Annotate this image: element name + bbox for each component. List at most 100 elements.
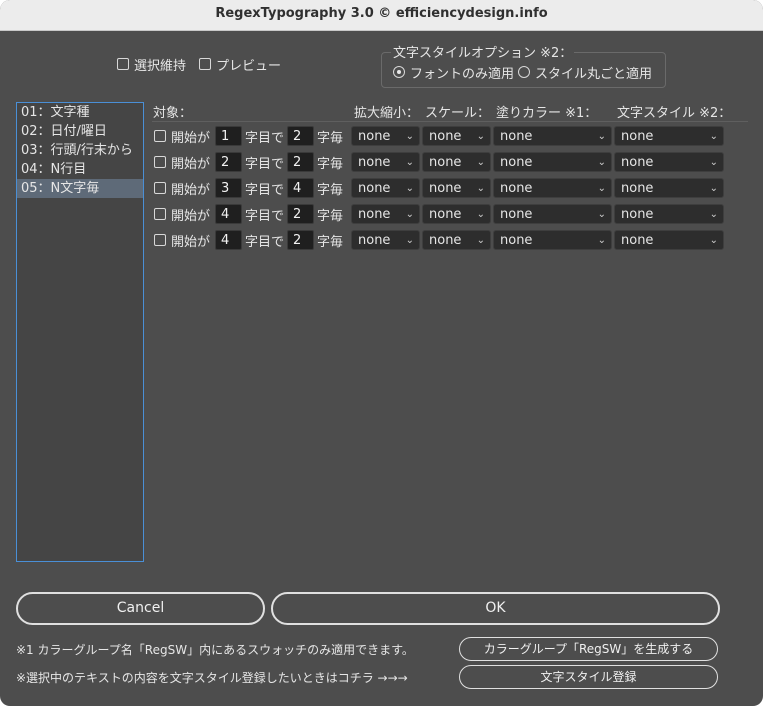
scale-select[interactable]: none ⌄	[422, 178, 491, 198]
chevron-down-icon: ⌄	[405, 131, 414, 142]
row-start-label: 開始が	[171, 235, 211, 250]
ok-button[interactable]: OK	[271, 592, 720, 625]
row-start-label: 開始が	[171, 209, 211, 224]
create-color-group-button[interactable]: カラーグループ「RegSW」を生成する	[459, 637, 718, 661]
char-style-select[interactable]: none ⌄	[614, 126, 724, 146]
start-index-input[interactable]: 4	[215, 204, 242, 224]
row-enable-checkbox[interactable]	[154, 156, 166, 168]
table-row: 開始が 3 字目で 4 字毎 none ⌄ none ⌄ none ⌄ none ⌄	[0, 178, 763, 200]
scaling-select[interactable]: none ⌄	[351, 152, 420, 172]
fill-color-select[interactable]: none ⌄	[493, 152, 612, 172]
fill-color-select[interactable]: none ⌄	[493, 230, 612, 250]
chevron-down-icon: ⌄	[476, 183, 485, 194]
start-index-input[interactable]: 3	[215, 178, 242, 198]
preview-label: プレビュー	[216, 59, 282, 74]
fill-color-select[interactable]: none ⌄	[493, 204, 612, 224]
row-start-label: 開始が	[171, 157, 211, 172]
char-style-select[interactable]: none ⌄	[614, 230, 724, 250]
scale-value: none	[429, 207, 462, 222]
start-index-input[interactable]: 4	[215, 230, 242, 250]
scale-value: none	[429, 129, 462, 144]
every-n-input[interactable]: 2	[287, 204, 314, 224]
scale-select[interactable]: none ⌄	[422, 126, 491, 146]
fill-color-value: none	[500, 129, 533, 144]
scaling-select[interactable]: none ⌄	[351, 204, 420, 224]
list-item[interactable]: 01：文字種	[17, 103, 143, 122]
row-start-label: 開始が	[171, 183, 211, 198]
chevron-down-icon: ⌄	[476, 209, 485, 220]
row-enable-checkbox[interactable]	[154, 208, 166, 220]
font-only-radio[interactable]	[393, 66, 405, 78]
register-style-button[interactable]: 文字スタイル登録	[459, 665, 718, 689]
header-scale: スケール：	[425, 106, 491, 121]
char-style-select[interactable]: none ⌄	[614, 152, 724, 172]
scaling-value: none	[358, 129, 391, 144]
row-char-at-label: 字目で	[245, 183, 285, 198]
scale-value: none	[429, 233, 462, 248]
row-start-label: 開始が	[171, 131, 211, 146]
chevron-down-icon: ⌄	[476, 131, 485, 142]
cancel-button[interactable]: Cancel	[16, 592, 265, 625]
scaling-value: none	[358, 181, 391, 196]
chevron-down-icon: ⌄	[405, 183, 414, 194]
scaling-select[interactable]: none ⌄	[351, 126, 420, 146]
keep-selection-checkbox[interactable]	[117, 58, 129, 70]
row-char-at-label: 字目で	[245, 157, 285, 172]
char-style-select[interactable]: none ⌄	[614, 204, 724, 224]
scale-select[interactable]: none ⌄	[422, 204, 491, 224]
header-target: 対象：	[153, 106, 193, 121]
table-row: 開始が 1 字目で 2 字毎 none ⌄ none ⌄ none ⌄ none ⌄	[0, 126, 763, 148]
scaling-value: none	[358, 207, 391, 222]
keep-selection-label: 選択維持	[134, 59, 187, 74]
row-every-label: 字毎	[317, 183, 344, 198]
chevron-down-icon: ⌄	[476, 235, 485, 246]
table-row: 開始が 2 字目で 2 字毎 none ⌄ none ⌄ none ⌄ none ⌄	[0, 152, 763, 174]
scaling-select[interactable]: none ⌄	[351, 230, 420, 250]
table-row: 開始が 4 字目で 2 字毎 none ⌄ none ⌄ none ⌄ none ⌄	[0, 204, 763, 226]
chevron-down-icon: ⌄	[405, 209, 414, 220]
every-n-input[interactable]: 2	[287, 152, 314, 172]
fill-color-value: none	[500, 155, 533, 170]
fill-color-value: none	[500, 233, 533, 248]
chevron-down-icon: ⌄	[405, 157, 414, 168]
preview-checkbox[interactable]	[199, 58, 211, 70]
chevron-down-icon: ⌄	[597, 209, 606, 220]
chevron-down-icon: ⌄	[709, 131, 718, 142]
dialog-window: RegexTypography 3.0 © efficiencydesign.i…	[0, 0, 763, 706]
fill-color-select[interactable]: none ⌄	[493, 126, 612, 146]
row-enable-checkbox[interactable]	[154, 130, 166, 142]
chevron-down-icon: ⌄	[405, 235, 414, 246]
row-every-label: 字毎	[317, 131, 344, 146]
fill-color-value: none	[500, 207, 533, 222]
scaling-value: none	[358, 155, 391, 170]
every-n-input[interactable]: 2	[287, 126, 314, 146]
chevron-down-icon: ⌄	[597, 157, 606, 168]
char-style-select[interactable]: none ⌄	[614, 178, 724, 198]
scale-value: none	[429, 181, 462, 196]
char-style-value: none	[621, 181, 654, 196]
scaling-select[interactable]: none ⌄	[351, 178, 420, 198]
fill-color-select[interactable]: none ⌄	[493, 178, 612, 198]
row-char-at-label: 字目で	[245, 131, 285, 146]
scale-select[interactable]: none ⌄	[422, 230, 491, 250]
whole-style-radio[interactable]	[518, 66, 530, 78]
style-option-title: 文字スタイルオプション ※2：	[391, 42, 575, 61]
row-every-label: 字毎	[317, 235, 344, 250]
chevron-down-icon: ⌄	[709, 157, 718, 168]
char-style-value: none	[621, 233, 654, 248]
start-index-input[interactable]: 1	[215, 126, 242, 146]
row-enable-checkbox[interactable]	[154, 182, 166, 194]
scaling-value: none	[358, 233, 391, 248]
every-n-input[interactable]: 2	[287, 230, 314, 250]
scale-select[interactable]: none ⌄	[422, 152, 491, 172]
chevron-down-icon: ⌄	[709, 235, 718, 246]
header-char-style: 文字スタイル ※2：	[617, 106, 732, 121]
every-n-input[interactable]: 4	[287, 178, 314, 198]
row-every-label: 字毎	[317, 209, 344, 224]
table-row: 開始が 4 字目で 2 字毎 none ⌄ none ⌄ none ⌄ none ⌄	[0, 230, 763, 252]
chevron-down-icon: ⌄	[709, 209, 718, 220]
row-char-at-label: 字目で	[245, 235, 285, 250]
start-index-input[interactable]: 2	[215, 152, 242, 172]
row-enable-checkbox[interactable]	[154, 234, 166, 246]
chevron-down-icon: ⌄	[476, 157, 485, 168]
